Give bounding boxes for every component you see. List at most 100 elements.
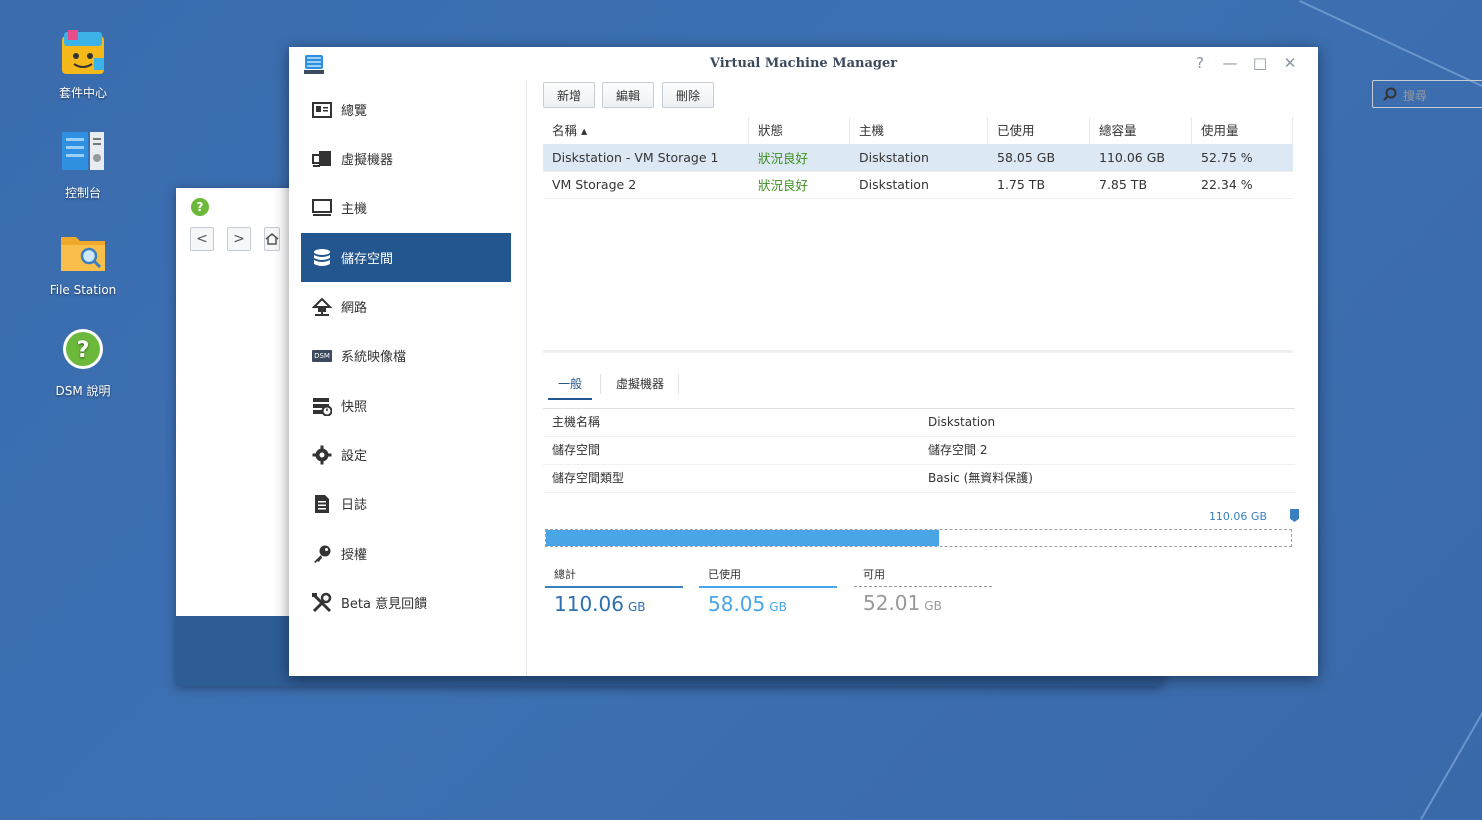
delete-button[interactable]: 刪除 bbox=[662, 82, 715, 108]
title-bar[interactable]: Virtual Machine Manager ? — □ ✕ bbox=[289, 47, 1318, 80]
log-icon bbox=[311, 493, 333, 515]
tab-general[interactable]: 一般 bbox=[548, 370, 592, 400]
forward-button[interactable]: > bbox=[227, 227, 251, 251]
stat-value-wrap: 110.06 GB bbox=[545, 592, 683, 616]
desktop-icon-label: File Station bbox=[49, 283, 117, 297]
stat-line bbox=[699, 586, 837, 588]
cell-used: 1.75 TB bbox=[997, 177, 1046, 192]
capacity-label: 110.06 GB bbox=[1208, 510, 1267, 523]
usage-bar-fill bbox=[546, 530, 939, 546]
sidebar-item-license[interactable]: 授權 bbox=[301, 529, 511, 578]
help-button[interactable]: ? bbox=[1191, 54, 1209, 72]
column-header-host[interactable]: 主機 bbox=[850, 117, 988, 144]
cell-host: Diskstation bbox=[859, 150, 929, 165]
dsm-image-icon: DSM bbox=[312, 349, 332, 362]
column-header-name[interactable]: 名稱 ▴ bbox=[543, 117, 749, 144]
table-row[interactable]: Diskstation - VM Storage 1 狀況良好 Diskstat… bbox=[543, 144, 1293, 172]
sidebar-item-label: 網路 bbox=[341, 301, 368, 316]
cell-usage: 52.75 % bbox=[1201, 150, 1253, 165]
close-button[interactable]: ✕ bbox=[1281, 54, 1299, 72]
stat-value: 110.06 bbox=[554, 592, 624, 616]
sidebar-item-label: Beta 意見回饋 bbox=[341, 597, 428, 612]
stat-line bbox=[854, 586, 992, 587]
package-center-icon bbox=[58, 28, 108, 78]
property-value: Diskstation bbox=[928, 415, 996, 429]
property-value: 儲存空間 2 bbox=[928, 443, 988, 457]
table-header: 名稱 ▴ 狀態 主機 已使用 總容量 使用量 bbox=[543, 117, 1293, 145]
vm-icon bbox=[311, 148, 333, 170]
capacity-marker-icon bbox=[1290, 509, 1299, 522]
property-key: 主機名稱 bbox=[552, 415, 601, 429]
desktop-icon-package-center[interactable]: 套件中心 bbox=[28, 28, 138, 101]
key-icon bbox=[311, 543, 333, 565]
stat-value: 58.05 bbox=[708, 592, 766, 616]
sidebar-item-snapshot[interactable]: 快照 bbox=[301, 381, 511, 430]
stat-unit: GB bbox=[924, 599, 942, 613]
tools-icon bbox=[311, 592, 333, 614]
desktop-icon-dsm-help[interactable]: ? DSM 說明 bbox=[28, 326, 138, 399]
sidebar-item-host[interactable]: 主機 bbox=[301, 183, 511, 232]
network-icon bbox=[311, 296, 333, 318]
sidebar-item-label: 總覽 bbox=[341, 104, 368, 119]
search-placeholder: 搜尋 bbox=[1403, 89, 1428, 103]
svg-text:?: ? bbox=[77, 338, 90, 363]
stat-label: 已使用 bbox=[708, 568, 741, 581]
sidebar-item-image[interactable]: DSM 系統映像檔 bbox=[301, 331, 511, 380]
vmm-window[interactable]: Virtual Machine Manager ? — □ ✕ 總覽 虛擬機器 … bbox=[289, 47, 1482, 676]
cell-name: Diskstation - VM Storage 1 bbox=[552, 150, 719, 165]
folder-search-icon bbox=[58, 227, 108, 277]
minimize-button[interactable]: — bbox=[1221, 54, 1239, 72]
sidebar-item-log[interactable]: 日誌 bbox=[301, 479, 511, 528]
property-row: 儲存空間類型 Basic (無資料保護) bbox=[543, 465, 1295, 493]
sidebar-item-vm[interactable]: 虛擬機器 bbox=[301, 134, 511, 183]
cell-used: 58.05 GB bbox=[997, 150, 1056, 165]
host-icon bbox=[311, 197, 333, 219]
add-button[interactable]: 新增 bbox=[543, 82, 596, 108]
desktop-icon-label: DSM 說明 bbox=[55, 384, 111, 398]
column-header-usage[interactable]: 使用量 bbox=[1192, 117, 1293, 144]
stat-total: 總計 110.06 GB bbox=[545, 566, 683, 616]
desktop-decoration bbox=[1420, 697, 1482, 820]
sidebar-item-label: 快照 bbox=[341, 400, 368, 415]
desktop-icon-control-panel[interactable]: 控制台 bbox=[28, 128, 138, 201]
property-key: 儲存空間類型 bbox=[552, 471, 625, 485]
maximize-button[interactable]: □ bbox=[1251, 54, 1269, 72]
overview-icon bbox=[311, 99, 333, 121]
sidebar-item-label: 設定 bbox=[341, 449, 368, 464]
sidebar-item-settings[interactable]: 設定 bbox=[301, 430, 511, 479]
table-row[interactable]: VM Storage 2 狀況良好 Diskstation 1.75 TB 7.… bbox=[543, 171, 1293, 199]
sidebar-item-label: 虛擬機器 bbox=[341, 153, 394, 168]
sidebar-item-label: 日誌 bbox=[341, 498, 368, 513]
edit-button[interactable]: 編輯 bbox=[602, 82, 655, 108]
search-icon bbox=[1383, 87, 1397, 101]
stat-value: 52.01 bbox=[863, 591, 921, 615]
sidebar-item-beta-feedback[interactable]: Beta 意見回饋 bbox=[301, 578, 511, 627]
stat-unit: GB bbox=[769, 600, 787, 614]
back-button[interactable]: < bbox=[190, 227, 214, 251]
stat-value-wrap: 58.05 GB bbox=[699, 592, 837, 616]
sidebar-item-overview[interactable]: 總覽 bbox=[301, 85, 511, 134]
help-icon: ? bbox=[58, 326, 108, 376]
column-header-status[interactable]: 狀態 bbox=[749, 117, 850, 144]
stat-used: 已使用 58.05 GB bbox=[699, 566, 837, 616]
cell-status: 狀況良好 bbox=[758, 151, 809, 166]
column-header-used[interactable]: 已使用 bbox=[988, 117, 1090, 144]
sidebar-item-network[interactable]: 網路 bbox=[301, 282, 511, 331]
column-header-total[interactable]: 總容量 bbox=[1090, 117, 1192, 144]
sidebar-item-label: 授權 bbox=[341, 548, 368, 563]
stat-line bbox=[545, 586, 683, 588]
storage-panel: 新增 編輯 刪除 搜尋 名稱 ▴ 狀態 主機 已使用 總容量 使用量 Disks… bbox=[527, 80, 1482, 676]
sidebar-item-label: 儲存空間 bbox=[341, 252, 394, 267]
usage-bar bbox=[545, 529, 1292, 547]
home-button[interactable] bbox=[264, 227, 280, 251]
gear-icon bbox=[311, 444, 333, 466]
desktop-icon-file-station[interactable]: File Station bbox=[28, 227, 138, 297]
tab-vm[interactable]: 虛擬機器 bbox=[604, 370, 676, 398]
search-input[interactable]: 搜尋 bbox=[1372, 80, 1482, 108]
panel-splitter[interactable] bbox=[543, 350, 1293, 353]
sidebar-item-storage[interactable]: 儲存空間 bbox=[301, 233, 511, 282]
cell-usage: 22.34 % bbox=[1201, 177, 1253, 192]
snapshot-icon bbox=[311, 395, 333, 417]
tab-divider bbox=[600, 374, 601, 394]
help-icon: ? bbox=[191, 198, 209, 216]
